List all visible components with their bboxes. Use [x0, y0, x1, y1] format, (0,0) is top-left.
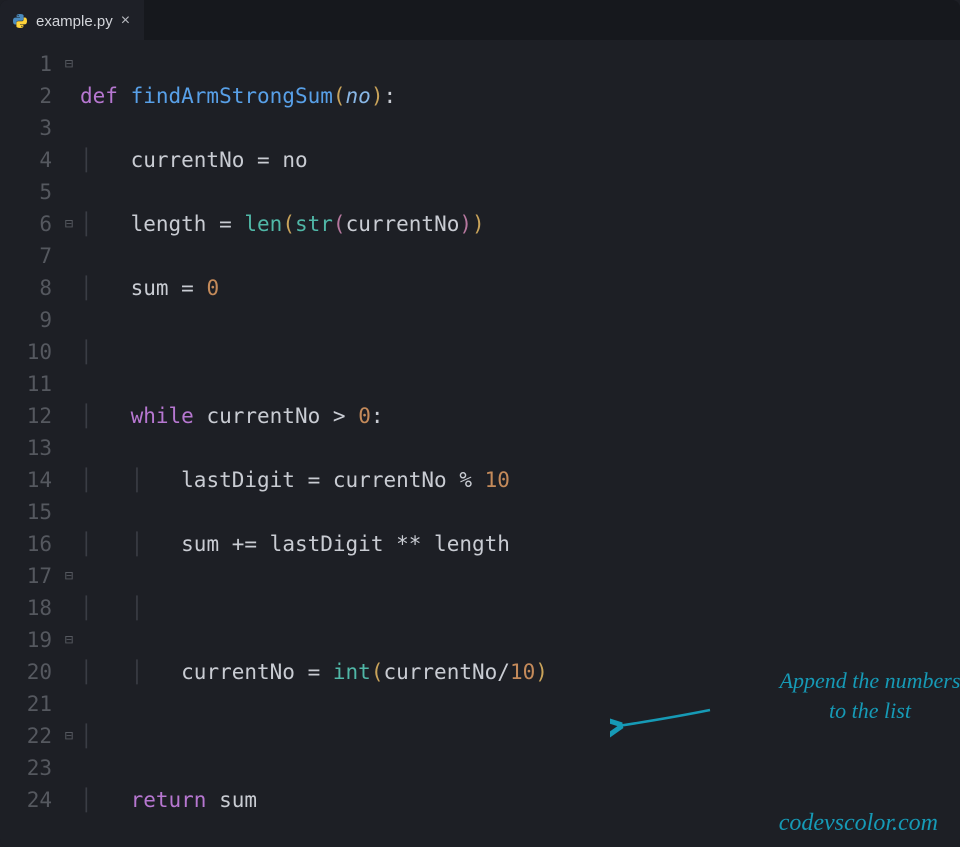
fold-spacer	[58, 176, 80, 208]
tab-filename: example.py	[36, 13, 113, 30]
line-number: 19	[0, 624, 52, 656]
code-area[interactable]: def findArmStrongSum(no): │ currentNo = …	[80, 48, 960, 847]
fold-spacer	[58, 592, 80, 624]
code-line[interactable]: │ │ currentNo = int(currentNo/10)	[80, 656, 960, 688]
line-number: 24	[0, 784, 52, 816]
fold-toggle[interactable]: ⊟	[58, 48, 80, 80]
code-line[interactable]: │ │ lastDigit = currentNo % 10	[80, 464, 960, 496]
line-number: 3	[0, 112, 52, 144]
fold-toggle[interactable]: ⊟	[58, 624, 80, 656]
line-number: 4	[0, 144, 52, 176]
line-number: 18	[0, 592, 52, 624]
fold-spacer	[58, 784, 80, 816]
fold-spacer	[58, 688, 80, 720]
fold-spacer	[58, 336, 80, 368]
fold-spacer	[58, 656, 80, 688]
fold-spacer	[58, 144, 80, 176]
code-line[interactable]: │	[80, 336, 960, 368]
line-number: 9	[0, 304, 52, 336]
line-number: 15	[0, 496, 52, 528]
close-icon[interactable]: ×	[121, 12, 130, 30]
line-number: 23	[0, 752, 52, 784]
fold-spacer	[58, 528, 80, 560]
fold-spacer	[58, 752, 80, 784]
python-file-icon	[12, 13, 28, 29]
editor-window: example.py × 1 2 3 4 5 6 7 8 9 10 11 12 …	[0, 0, 960, 847]
code-editor[interactable]: 1 2 3 4 5 6 7 8 9 10 11 12 13 14 15 16 1…	[0, 40, 960, 847]
line-number: 8	[0, 272, 52, 304]
code-line[interactable]: │ │ sum += lastDigit ** length	[80, 528, 960, 560]
fold-spacer	[58, 240, 80, 272]
fold-spacer	[58, 272, 80, 304]
fold-spacer	[58, 464, 80, 496]
code-line[interactable]: │ sum = 0	[80, 272, 960, 304]
line-number: 22	[0, 720, 52, 752]
line-number: 21	[0, 688, 52, 720]
line-number: 12	[0, 400, 52, 432]
code-line[interactable]: │ │	[80, 592, 960, 624]
line-number: 13	[0, 432, 52, 464]
code-line[interactable]: │	[80, 720, 960, 752]
line-number: 6	[0, 208, 52, 240]
line-number: 2	[0, 80, 52, 112]
fold-gutter: ⊟ ⊟ ⊟ ⊟ ⊟	[58, 48, 80, 847]
line-number: 7	[0, 240, 52, 272]
line-number: 14	[0, 464, 52, 496]
watermark: codevscolor.com	[779, 810, 938, 837]
code-line[interactable]: def findArmStrongSum(no):	[80, 80, 960, 112]
line-number: 20	[0, 656, 52, 688]
code-line[interactable]: │ length = len(str(currentNo))	[80, 208, 960, 240]
code-line[interactable]: │ while currentNo > 0:	[80, 400, 960, 432]
fold-spacer	[58, 112, 80, 144]
fold-spacer	[58, 304, 80, 336]
fold-spacer	[58, 432, 80, 464]
fold-spacer	[58, 368, 80, 400]
tab-bar[interactable]: example.py ×	[0, 0, 960, 40]
fold-toggle[interactable]: ⊟	[58, 208, 80, 240]
fold-spacer	[58, 80, 80, 112]
line-number: 11	[0, 368, 52, 400]
fold-toggle[interactable]: ⊟	[58, 720, 80, 752]
fold-spacer	[58, 400, 80, 432]
line-number-gutter: 1 2 3 4 5 6 7 8 9 10 11 12 13 14 15 16 1…	[0, 48, 58, 847]
fold-spacer	[58, 496, 80, 528]
line-number: 10	[0, 336, 52, 368]
fold-toggle[interactable]: ⊟	[58, 560, 80, 592]
line-number: 17	[0, 560, 52, 592]
line-number: 16	[0, 528, 52, 560]
code-line[interactable]: │ currentNo = no	[80, 144, 960, 176]
line-number: 1	[0, 48, 52, 80]
tab-example-py[interactable]: example.py ×	[0, 0, 144, 40]
line-number: 5	[0, 176, 52, 208]
